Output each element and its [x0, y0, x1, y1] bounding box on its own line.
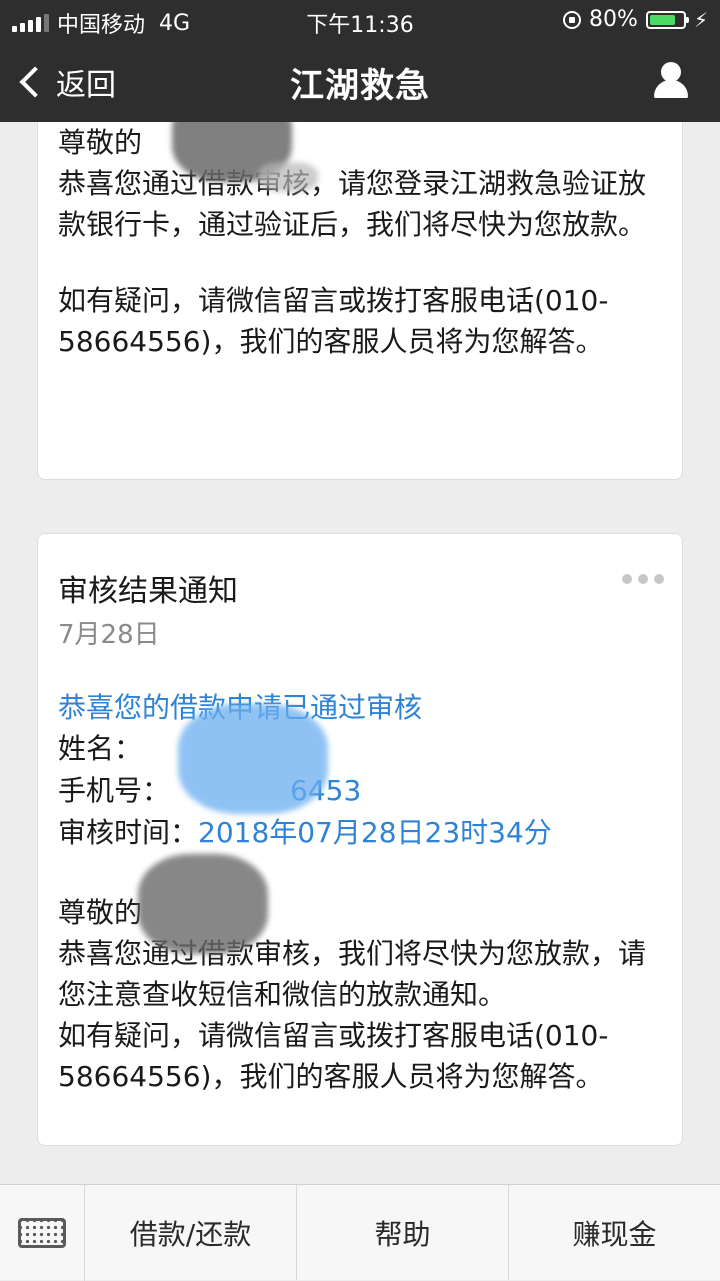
name-label: 姓名： — [58, 732, 143, 765]
menu-item-loan-repay[interactable]: 借款/还款 — [85, 1185, 297, 1280]
review-time-label: 审核时间： — [58, 816, 199, 849]
card-date: 7月28日 — [58, 620, 160, 650]
more-icon[interactable] — [622, 574, 664, 584]
orientation-lock-icon — [563, 10, 582, 29]
message-paragraph: 如有疑问，请微信留言或拨打客服电话(010-58664556)，我们的客服人员将… — [58, 284, 609, 358]
menu-item-help[interactable]: 帮助 — [297, 1185, 509, 1280]
redaction-blur — [138, 854, 268, 954]
user-icon-head — [661, 62, 681, 82]
keyboard-toggle-button[interactable] — [0, 1185, 85, 1281]
menu-item-earn-cash[interactable]: 赚现金 — [509, 1185, 720, 1280]
review-time-value: 2018年07月28日23时34分 — [198, 816, 552, 849]
battery-fill — [649, 14, 676, 25]
charging-bolt-icon: ⚡ — [693, 7, 708, 32]
approval-headline: 恭喜您的借款申请已通过审核 — [58, 687, 682, 728]
status-right: 80% ⚡ — [563, 7, 708, 32]
phone-field: 手机号： 6453 — [58, 770, 682, 812]
battery-percent: 80% — [589, 7, 638, 32]
keyboard-icon — [18, 1218, 66, 1248]
message-card: 审核结果通知 7月28日 恭喜您的借款申请已通过审核 姓名： 手机号：6453 … — [37, 533, 683, 1146]
battery-icon — [645, 10, 689, 29]
card-title: 审核结果通知 — [58, 574, 238, 609]
phone-label: 手机号： — [58, 774, 171, 807]
redaction-blur — [258, 162, 318, 192]
name-field: 姓名： — [58, 728, 682, 770]
user-icon-body — [654, 80, 688, 98]
user-icon[interactable] — [652, 62, 690, 100]
review-time-field: 审核时间：2018年07月28日23时34分 — [58, 812, 682, 854]
message-list[interactable]: 尊敬的 恭喜您通过借款审核，请您登录江湖救急验证放款银行卡，通过验证后，我们将尽… — [0, 122, 720, 1184]
message-card: 尊敬的 恭喜您通过借款审核，请您登录江湖救急验证放款银行卡，通过验证后，我们将尽… — [37, 122, 683, 480]
message-paragraph: 尊敬的 恭喜您通过借款审核，请您登录江湖救急验证放款银行卡，通过验证后，我们将尽… — [58, 126, 647, 241]
status-bar: 中国移动 4G 下午11:36 80% ⚡ — [0, 0, 720, 40]
nav-bar: 返回 江湖救急 — [0, 40, 720, 122]
bottom-menu: 借款/还款 帮助 赚现金 — [0, 1184, 720, 1281]
redaction-blur — [178, 704, 328, 814]
page-title: 江湖救急 — [290, 66, 430, 106]
